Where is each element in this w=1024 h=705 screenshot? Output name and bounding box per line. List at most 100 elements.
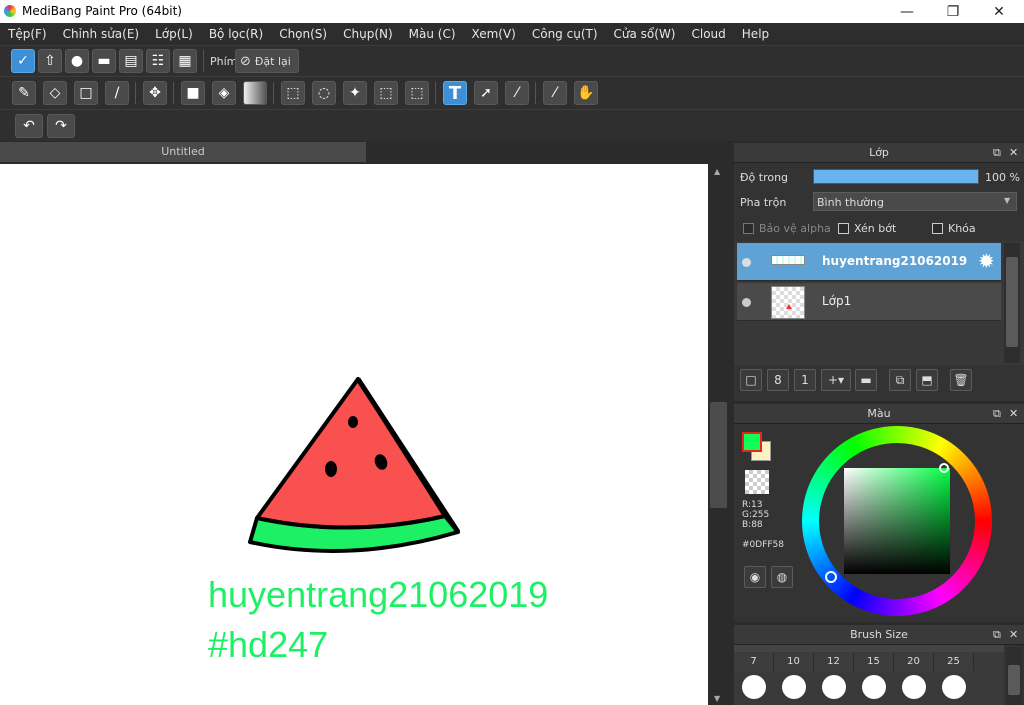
brush-size-item[interactable]: 20 xyxy=(894,653,934,671)
brush-icon[interactable]: ✎ xyxy=(12,81,36,105)
comment-icon[interactable]: ▬ xyxy=(92,49,116,73)
rectangle-icon[interactable]: □ xyxy=(74,81,98,105)
add-layer-menu-icon[interactable]: +▾ xyxy=(821,369,851,391)
gear-icon[interactable]: ✹ xyxy=(978,249,995,273)
layer-scrollbar[interactable] xyxy=(1004,243,1020,363)
brush-size-item[interactable]: 15 xyxy=(854,653,894,671)
dot-brush-icon[interactable]: ∕ xyxy=(105,81,129,105)
magic-wand-icon[interactable]: ✦ xyxy=(343,81,367,105)
merge-layer-icon[interactable]: ⬒ xyxy=(916,369,938,391)
saturation-value-square[interactable] xyxy=(844,468,950,574)
chevron-down-icon: ▼ xyxy=(1004,196,1011,205)
panel-list-icon[interactable]: ☷ xyxy=(146,49,170,73)
gradient-icon[interactable] xyxy=(243,81,267,105)
eyedropper-icon[interactable]: ⁄ xyxy=(543,81,567,105)
bucket-icon[interactable]: ◈ xyxy=(212,81,236,105)
transparent-color-swatch[interactable] xyxy=(745,470,769,494)
lock-checkbox[interactable] xyxy=(932,223,943,234)
lasso-icon[interactable]: ◌ xyxy=(312,81,336,105)
eraser-icon[interactable]: ◇ xyxy=(43,81,67,105)
move-icon[interactable]: ✥ xyxy=(143,81,167,105)
menu-edit[interactable]: Chỉnh sửa(E) xyxy=(55,27,148,41)
menu-help[interactable]: Help xyxy=(734,27,777,41)
undock-icon[interactable]: ⧉ xyxy=(993,625,1001,645)
maximize-button[interactable]: ❐ xyxy=(930,0,976,23)
brush-dot[interactable] xyxy=(782,675,806,699)
title-bar: MediBang Paint Pro (64bit) — ❐ ✕ xyxy=(0,0,1024,23)
brush-dot[interactable] xyxy=(862,675,886,699)
brush-size-item[interactable]: 7 xyxy=(734,653,774,671)
panel-close-icon[interactable]: ✕ xyxy=(1009,404,1018,424)
panel-close-icon[interactable]: ✕ xyxy=(1009,625,1018,645)
delete-layer-icon[interactable]: 🗑 xyxy=(950,369,972,391)
document-tab[interactable]: Untitled xyxy=(0,142,366,162)
visibility-icon[interactable] xyxy=(742,258,751,267)
brush-size-scrollbar[interactable] xyxy=(1006,647,1022,705)
text-icon[interactable]: T xyxy=(443,81,467,105)
hand-icon[interactable]: ✋ xyxy=(574,81,598,105)
visibility-icon[interactable] xyxy=(742,298,751,307)
undo-icon[interactable]: ↶ xyxy=(15,114,43,138)
duplicate-layer-icon[interactable]: ⧉ xyxy=(889,369,911,391)
folder-icon[interactable]: ▬ xyxy=(855,369,877,391)
layer-scroll-thumb[interactable] xyxy=(1006,257,1018,347)
panel-close-icon[interactable]: ✕ xyxy=(1009,143,1018,163)
canvas-vertical-scrollbar[interactable]: ▲ ▼ xyxy=(708,164,730,705)
redo-icon[interactable]: ↷ xyxy=(47,114,75,138)
menu-tools[interactable]: Công cụ(T) xyxy=(524,27,606,41)
divide-icon[interactable]: ⁄ xyxy=(505,81,529,105)
menu-file[interactable]: Tệp(F) xyxy=(0,27,55,41)
menu-color[interactable]: Màu (C) xyxy=(401,27,464,41)
layer-row-selected[interactable]: huyentrang21062019 ✹ xyxy=(737,243,1001,281)
menu-layer[interactable]: Lớp(L) xyxy=(147,27,201,41)
brush-size-item[interactable]: 12 xyxy=(814,653,854,671)
layer-row[interactable]: Lớp1 xyxy=(737,283,1001,321)
new-1bit-layer-icon[interactable]: 1 xyxy=(794,369,816,391)
brush-size-title: Brush Size xyxy=(850,628,908,641)
new-8bit-layer-icon[interactable]: 8 xyxy=(767,369,789,391)
fill-rect-icon[interactable]: ■ xyxy=(181,81,205,105)
color-history-icon[interactable]: ◍ xyxy=(771,566,793,588)
hue-ring[interactable] xyxy=(802,426,992,616)
brush-dot[interactable] xyxy=(942,675,966,699)
brush-scroll-thumb[interactable] xyxy=(1008,665,1020,695)
brush-dot[interactable] xyxy=(742,675,766,699)
undock-icon[interactable]: ⧉ xyxy=(993,143,1001,163)
scroll-thumb[interactable] xyxy=(710,402,727,508)
share-icon[interactable]: ⇧ xyxy=(38,49,62,73)
new-layer-icon[interactable]: □ xyxy=(740,369,762,391)
select-pen-icon[interactable]: ⬚ xyxy=(374,81,398,105)
speech-bubble-icon[interactable]: ● xyxy=(65,49,89,73)
grid-edit-icon[interactable]: ▦ xyxy=(173,49,197,73)
menu-cloud[interactable]: Cloud xyxy=(684,27,734,41)
clipping-checkbox[interactable] xyxy=(838,223,849,234)
operation-icon[interactable]: ➚ xyxy=(474,81,498,105)
menu-view[interactable]: Xem(V) xyxy=(464,27,524,41)
sv-picker-handle[interactable] xyxy=(939,463,949,473)
palette-icon[interactable]: ◉ xyxy=(744,566,766,588)
menu-window[interactable]: Cửa sổ(W) xyxy=(606,27,684,41)
cloud-save-icon[interactable]: ✓ xyxy=(11,49,35,73)
foreground-color-swatch[interactable] xyxy=(742,432,762,452)
brush-size-item[interactable]: 10 xyxy=(774,653,814,671)
opacity-slider[interactable] xyxy=(813,169,979,184)
brush-dot[interactable] xyxy=(822,675,846,699)
reset-button[interactable]: ⊘ Đặt lại xyxy=(235,49,299,73)
page-icon[interactable]: ▤ xyxy=(119,49,143,73)
scroll-down-icon[interactable]: ▼ xyxy=(714,694,720,703)
select-eraser-icon[interactable]: ⬚ xyxy=(405,81,429,105)
select-rect-icon[interactable]: ⬚ xyxy=(281,81,305,105)
brush-dot[interactable] xyxy=(902,675,926,699)
blend-mode-select[interactable]: Bình thường ▼ xyxy=(813,192,1017,211)
protect-alpha-checkbox[interactable] xyxy=(743,223,754,234)
menu-filter[interactable]: Bộ lọc(R) xyxy=(201,27,271,41)
scroll-up-icon[interactable]: ▲ xyxy=(714,167,720,176)
brush-size-item[interactable]: 25 xyxy=(934,653,974,671)
drawing-canvas[interactable]: huyentrang21062019 #hd247 xyxy=(0,164,708,705)
minimize-button[interactable]: — xyxy=(884,0,930,23)
undock-icon[interactable]: ⧉ xyxy=(993,404,1001,424)
menu-capture[interactable]: Chụp(N) xyxy=(335,27,401,41)
hue-picker-handle[interactable] xyxy=(825,571,837,583)
close-button[interactable]: ✕ xyxy=(976,0,1022,23)
menu-select[interactable]: Chọn(S) xyxy=(271,27,335,41)
